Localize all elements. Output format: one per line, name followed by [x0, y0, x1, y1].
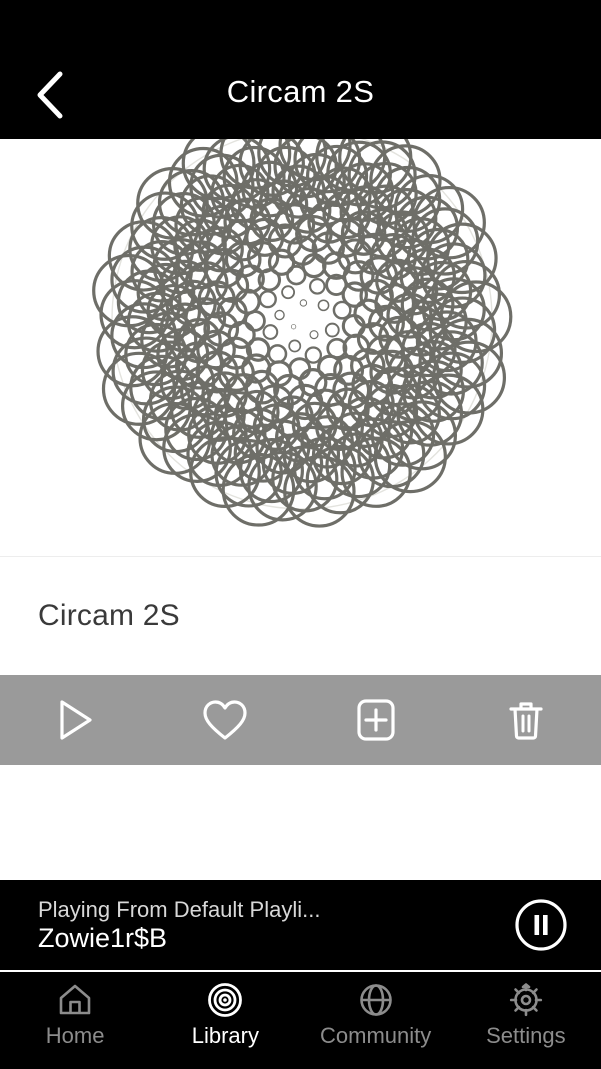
nav-label-home: Home [45, 1023, 105, 1048]
nav-label-community: Community [320, 1023, 432, 1048]
favorite-button[interactable] [150, 675, 300, 765]
artwork-circle [267, 344, 288, 364]
play-button[interactable] [0, 675, 150, 765]
artwork-circle [274, 309, 285, 321]
action-toolbar [0, 675, 601, 765]
artwork-circle [308, 278, 326, 295]
content-filler [0, 765, 601, 880]
nav-label-settings: Settings [486, 1023, 566, 1048]
artwork-circle [262, 324, 279, 340]
nav-item-library[interactable]: Library [150, 980, 300, 1049]
heart-icon [203, 700, 247, 740]
artwork-circle [299, 299, 308, 307]
now-playing-text: Playing From Default Playli... Zowie1r$B [38, 896, 511, 954]
now-playing-source: Playing From Default Playli... [38, 897, 321, 922]
nav-label-library: Library [191, 1023, 259, 1048]
now-playing-bar[interactable]: Playing From Default Playli... Zowie1r$B [0, 880, 601, 972]
artwork-circle [304, 346, 323, 364]
pause-icon [515, 899, 567, 951]
target-icon [208, 983, 243, 1017]
artwork-circle [309, 330, 319, 340]
nav-icon-home-wrap [56, 980, 94, 1020]
artwork-circle [324, 322, 340, 338]
artwork-circle [317, 299, 330, 312]
artwork-circle [288, 339, 302, 353]
app-header: Circam 2S [0, 0, 601, 139]
bottom-navigation: Home Library Community Settings [0, 972, 601, 1069]
nav-icon-community-wrap [357, 980, 395, 1020]
delete-button[interactable] [451, 675, 601, 765]
artwork-container [0, 139, 601, 557]
globe-icon [359, 984, 392, 1016]
artwork-circle [290, 324, 297, 330]
add-to-playlist-button[interactable] [301, 675, 451, 765]
artwork-circle [281, 285, 296, 300]
nav-item-settings[interactable]: Settings [451, 980, 601, 1049]
plus-square-icon [357, 699, 395, 741]
nav-icon-library-wrap [206, 980, 244, 1020]
home-icon [59, 984, 91, 1015]
nav-item-home[interactable]: Home [0, 980, 150, 1049]
play-icon [60, 700, 92, 740]
app-screen: Circam 2S Circam 2S Playing From Default… [0, 0, 601, 1069]
circle-spiral-artwork [92, 139, 513, 528]
artwork-circle [258, 290, 277, 309]
now-playing-track: Zowie1r$B [38, 923, 168, 953]
gear-icon [509, 983, 542, 1017]
nav-icon-settings-wrap [507, 980, 545, 1020]
track-title-row: Circam 2S [0, 557, 601, 675]
pause-button[interactable] [511, 895, 571, 955]
page-title: Circam 2S [226, 74, 375, 109]
nav-item-community[interactable]: Community [301, 980, 451, 1049]
trash-icon [509, 702, 543, 740]
track-title: Circam 2S [38, 599, 180, 632]
